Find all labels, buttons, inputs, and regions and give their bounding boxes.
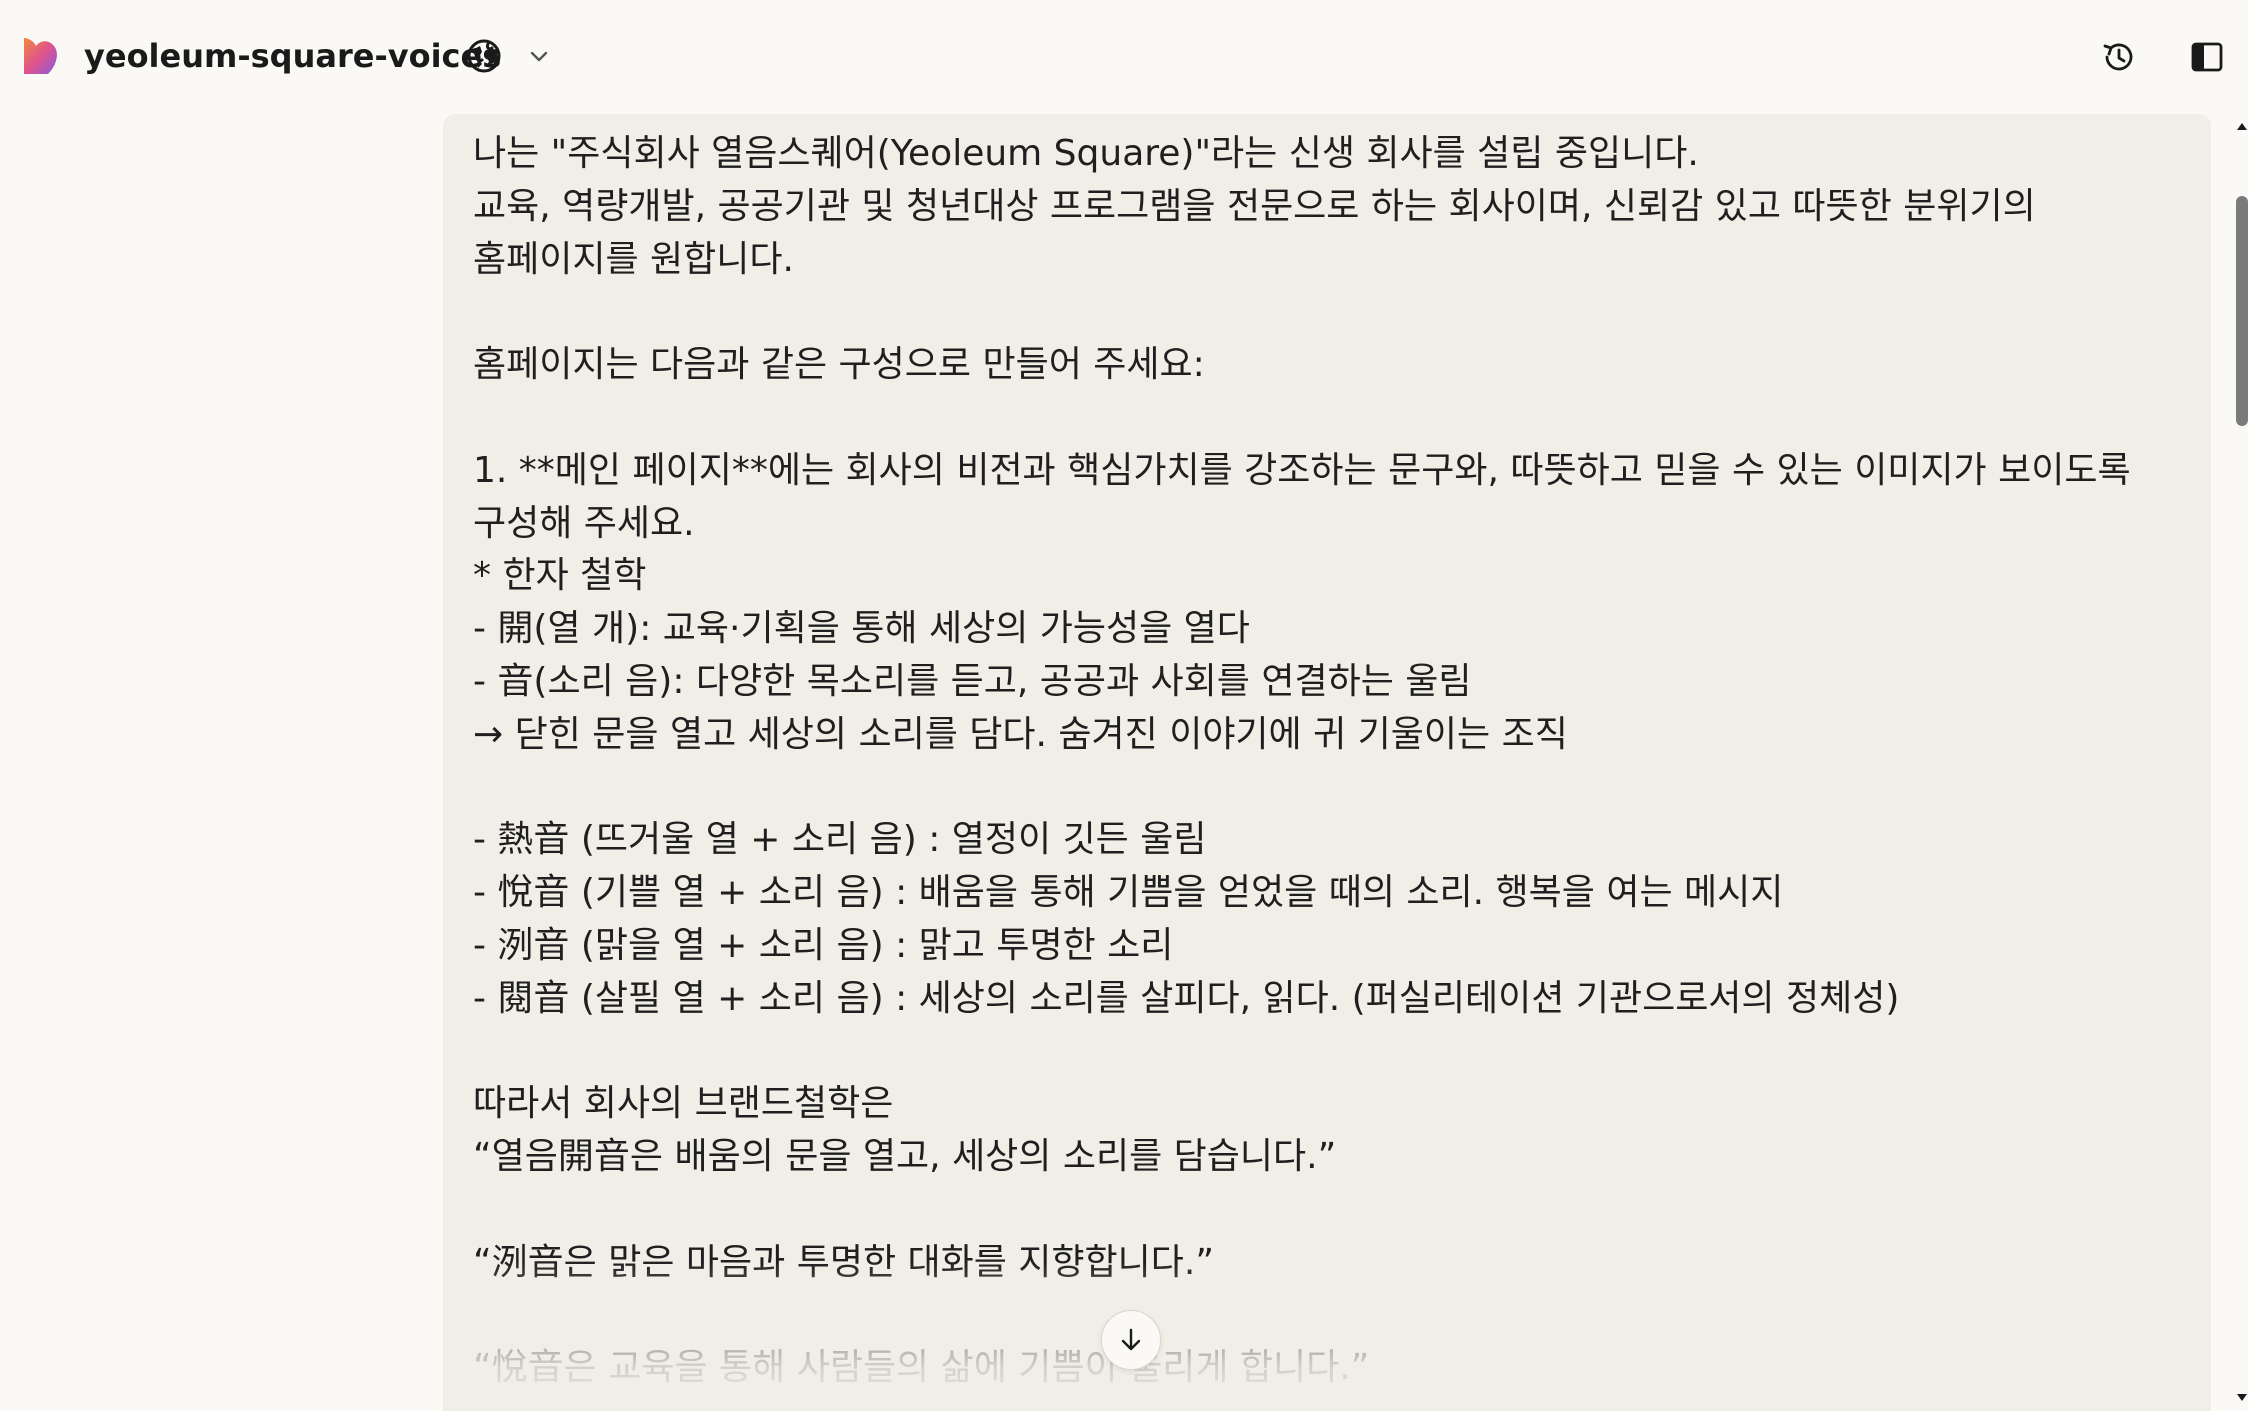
scroll-down-arrow-icon[interactable]: [2236, 1392, 2248, 1404]
scrollbar-thumb[interactable]: [2236, 196, 2248, 426]
scroll-to-bottom-button[interactable]: [1101, 1310, 1161, 1370]
message-text: 나는 "주식회사 열음스퀘어(Yeoleum Square)"라는 신생 회사를…: [473, 133, 2131, 1389]
top-bar: yeoleum-square-voices: [0, 0, 2248, 112]
sidebar-toggle-icon[interactable]: [2190, 40, 2224, 74]
claude-logo-icon[interactable]: [18, 34, 64, 80]
scroll-up-arrow-icon[interactable]: [2236, 120, 2248, 132]
globe-icon[interactable]: [466, 38, 502, 74]
arrow-down-icon: [1121, 1328, 1141, 1351]
project-title[interactable]: yeoleum-square-voices: [84, 30, 501, 82]
history-icon[interactable]: [2100, 38, 2138, 76]
chevron-down-icon[interactable]: [526, 44, 552, 70]
user-message-card: 나는 "주식회사 열음스퀘어(Yeoleum Square)"라는 신생 회사를…: [443, 114, 2211, 1411]
